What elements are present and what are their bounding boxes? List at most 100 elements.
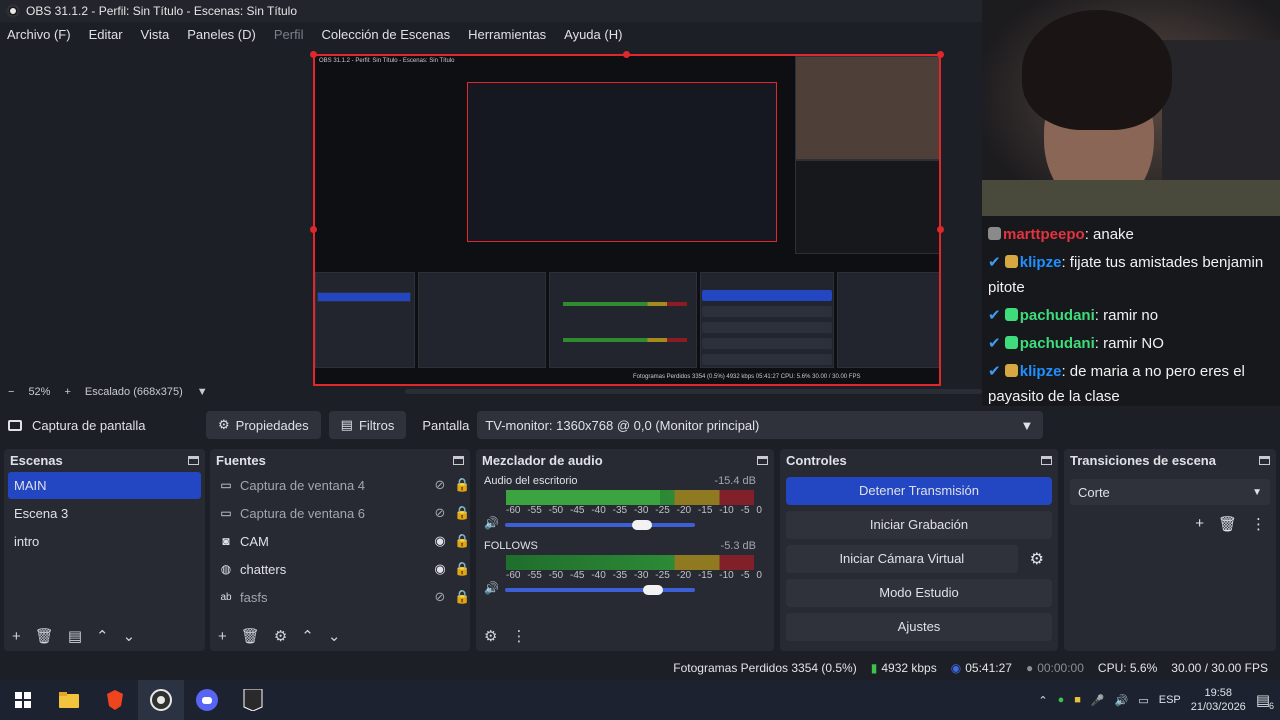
brave-browser-icon[interactable] xyxy=(92,680,138,720)
start-recording-button[interactable]: Iniciar Grabación xyxy=(786,511,1052,539)
menu-ayuda[interactable]: Ayuda (H) xyxy=(564,27,622,42)
scene-item-main[interactable]: MAIN xyxy=(8,472,201,499)
menu-editar[interactable]: Editar xyxy=(89,27,123,42)
resize-handle-tc[interactable] xyxy=(623,51,630,58)
volume-slider[interactable] xyxy=(504,519,695,530)
filters-button[interactable]: ▤ Filtros xyxy=(328,411,407,439)
nested-mixer xyxy=(549,272,697,368)
volume-knob[interactable] xyxy=(631,519,652,530)
menu-herramientas[interactable]: Herramientas xyxy=(468,27,546,42)
zoom-out-button[interactable]: − xyxy=(8,386,14,398)
windows-start-icon[interactable] xyxy=(0,680,46,720)
tray-app-icon[interactable]: ● xyxy=(1058,694,1065,706)
meter-ticks: -60 -55 -50 -45 -40 -35 -30 -25 -20 -15 -10 -5 0 xyxy=(506,505,762,516)
source-item[interactable]: ▭ Captura de ventana 6 ⊘ 🔒 xyxy=(210,499,470,527)
add-icon[interactable]: + xyxy=(1195,515,1204,533)
trash-icon[interactable]: 🗑 xyxy=(35,627,54,645)
preview-canvas[interactable]: OBS 31.1.2 - Perfil: Sin Título - Escena… xyxy=(313,54,941,386)
undock-icon[interactable] xyxy=(188,455,199,465)
scaling-dropdown-icon[interactable]: ▼ xyxy=(197,386,208,398)
menu-paneles[interactable]: Paneles (D) xyxy=(187,27,256,42)
source-item[interactable]: ▭ Captura de ventana 4 ⊘ 🔒 xyxy=(210,471,470,499)
eye-hidden-icon[interactable]: ⊘ xyxy=(432,589,448,605)
menu-coleccion-escenas[interactable]: Colección de Escenas xyxy=(321,27,450,42)
clock[interactable]: 19:58 21/03/2026 xyxy=(1191,686,1246,714)
eye-icon[interactable]: ◉ xyxy=(432,561,448,577)
resize-handle-mr[interactable] xyxy=(937,226,944,233)
eye-hidden-icon[interactable]: ⊘ xyxy=(432,505,448,521)
transition-select[interactable]: Corte ▼ xyxy=(1070,479,1270,505)
network-icon[interactable]: ▭ xyxy=(1138,694,1148,707)
menu-perfil[interactable]: Perfil xyxy=(274,27,304,42)
lock-icon[interactable]: 🔒 xyxy=(454,533,470,549)
lock-icon[interactable]: 🔒 xyxy=(454,561,470,577)
obs-taskbar-icon[interactable] xyxy=(138,680,184,720)
lock-icon[interactable]: 🔒 xyxy=(454,477,470,493)
scene-item-intro[interactable]: intro xyxy=(8,528,201,555)
monitor-icon xyxy=(8,419,22,431)
volume-slider[interactable] xyxy=(504,584,695,595)
virtual-camera-settings-gear-icon[interactable]: ⚙ xyxy=(1030,549,1044,569)
resize-handle-tl[interactable] xyxy=(310,51,317,58)
lock-icon[interactable]: 🔒 xyxy=(454,589,470,605)
microphone-icon[interactable]: 🎤 xyxy=(1091,694,1105,707)
menu-vista[interactable]: Vista xyxy=(141,27,170,42)
file-explorer-icon[interactable] xyxy=(46,680,92,720)
discord-icon[interactable] xyxy=(184,680,230,720)
language-indicator[interactable]: ESP xyxy=(1159,694,1181,706)
meter-tick: -20 xyxy=(676,505,692,516)
gear-icon[interactable]: ⚙ xyxy=(274,627,287,645)
text-icon: ab xyxy=(220,591,232,603)
properties-button[interactable]: ⚙ Propiedades xyxy=(206,411,321,439)
trash-icon[interactable]: 🗑 xyxy=(1218,515,1237,533)
source-item[interactable]: ◍ chatters ◉ 🔒 xyxy=(210,555,470,583)
gear-icon[interactable]: ⚙ xyxy=(484,627,497,645)
speaker-icon[interactable]: 🔊 xyxy=(484,581,499,595)
eye-icon[interactable]: ◉ xyxy=(432,533,448,549)
nested-meter-2 xyxy=(563,338,687,342)
undock-icon[interactable] xyxy=(1041,455,1052,465)
nested-scene-active xyxy=(317,292,411,302)
epic-games-icon[interactable] xyxy=(230,680,276,720)
tray-app-icon[interactable]: ■ xyxy=(1074,694,1081,706)
source-item[interactable]: ◙ CAM ◉ 🔒 xyxy=(210,527,470,555)
display-select[interactable]: TV-monitor: 1360x768 @ 0,0 (Monitor prin… xyxy=(477,411,1044,439)
meter-tick: -15 xyxy=(697,570,713,581)
stop-streaming-button[interactable]: Detener Transmisión xyxy=(786,477,1052,505)
more-icon[interactable]: ⋮ xyxy=(1251,515,1266,533)
undock-icon[interactable] xyxy=(1259,455,1270,465)
meter-tick: -50 xyxy=(548,505,564,516)
more-icon[interactable]: ⋮ xyxy=(511,627,526,645)
studio-mode-button[interactable]: Modo Estudio xyxy=(786,579,1052,607)
arrow-down-icon[interactable]: ⌄ xyxy=(123,627,136,645)
resize-handle-tr[interactable] xyxy=(937,51,944,58)
eye-hidden-icon[interactable]: ⊘ xyxy=(432,477,448,493)
speaker-icon[interactable]: 🔊 xyxy=(484,516,499,530)
start-virtual-camera-button[interactable]: Iniciar Cámara Virtual xyxy=(786,545,1018,573)
undock-icon[interactable] xyxy=(453,455,464,465)
trash-icon[interactable]: 🗑 xyxy=(241,627,260,645)
preview-area[interactable]: OBS 31.1.2 - Perfil: Sin Título - Escena… xyxy=(0,46,982,386)
volume-knob[interactable] xyxy=(643,584,664,595)
filter-icon[interactable]: ▤ xyxy=(68,627,82,645)
lock-icon[interactable]: 🔒 xyxy=(454,505,470,521)
zoom-in-button[interactable]: + xyxy=(64,386,70,398)
resize-handle-ml[interactable] xyxy=(310,226,317,233)
arrow-up-icon[interactable]: ⌃ xyxy=(301,627,314,645)
arrow-up-icon[interactable]: ⌃ xyxy=(96,627,109,645)
notifications-icon[interactable]: ▤ 6 xyxy=(1256,691,1274,711)
add-icon[interactable]: + xyxy=(12,628,21,645)
sources-footer: + 🗑 ⚙ ⌃ ⌄ xyxy=(210,621,470,651)
scene-item-escena-3[interactable]: Escena 3 xyxy=(8,500,201,527)
settings-button[interactable]: Ajustes xyxy=(786,613,1052,641)
source-item[interactable]: ab fasfs ⊘ 🔒 xyxy=(210,583,470,611)
add-icon[interactable]: + xyxy=(218,628,227,645)
undock-icon[interactable] xyxy=(757,455,768,465)
mixer-header: Mezclador de audio xyxy=(476,449,774,471)
preview-scrollbar[interactable] xyxy=(405,389,982,394)
arrow-down-icon[interactable]: ⌄ xyxy=(328,627,341,645)
volume-icon[interactable]: 🔊 xyxy=(1115,694,1129,707)
chevron-up-icon[interactable]: ⌃ xyxy=(1038,694,1047,707)
menu-archivo[interactable]: Archivo (F) xyxy=(7,27,71,42)
record-time: ● 00:00:00 xyxy=(1025,661,1084,675)
